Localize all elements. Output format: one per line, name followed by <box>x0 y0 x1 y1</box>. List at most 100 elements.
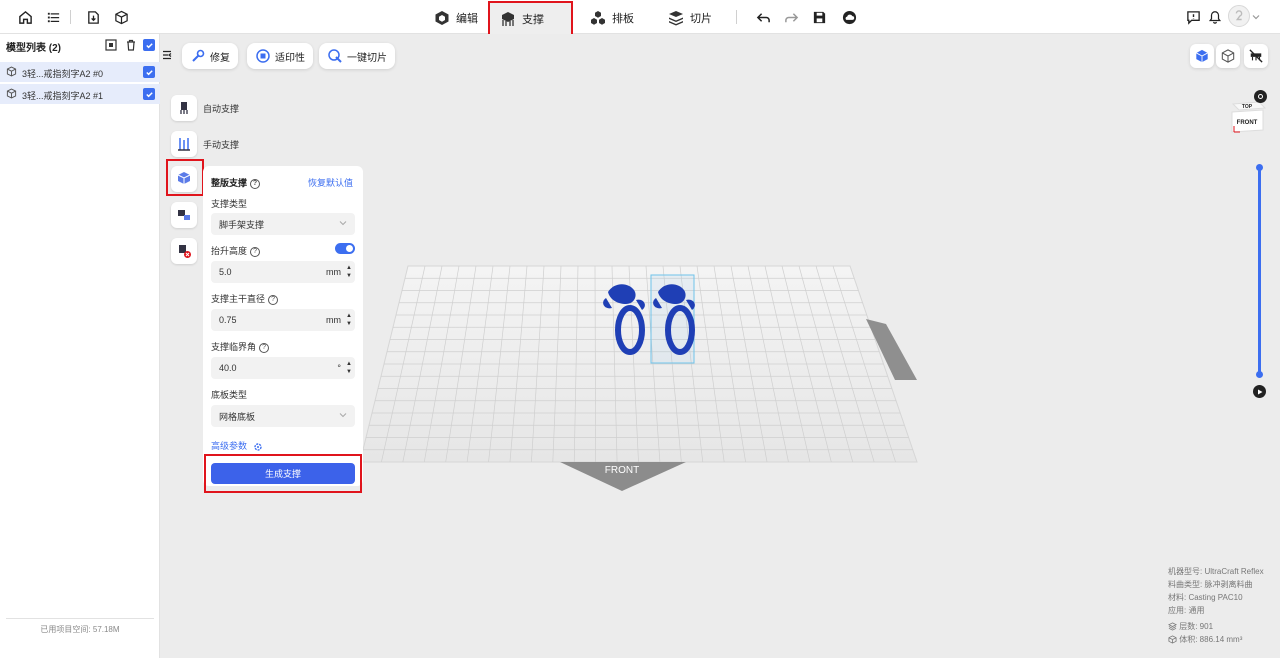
stepper-icon[interactable]: ▲ ▼ <box>345 360 353 376</box>
layer-slider-top-handle[interactable] <box>1256 164 1263 171</box>
bell-icon[interactable] <box>1204 6 1226 28</box>
auto-support-label[interactable]: 自动支撑 <box>203 102 239 115</box>
trunk-diameter-label: 支撑主干直径? <box>211 292 279 305</box>
material-type-info: 料曲类型: 脉冲剥离料曲 <box>1168 580 1253 589</box>
collapse-panel-icon[interactable] <box>162 49 174 61</box>
base-type-select[interactable]: 网格底板 <box>211 405 355 427</box>
advanced-params-link[interactable]: 高级参数 <box>211 439 263 452</box>
base-type-label: 底板类型 <box>211 390 248 400</box>
solid-view-button[interactable] <box>1190 44 1214 68</box>
tab-layout-label: 排板 <box>612 13 634 25</box>
import-icon[interactable] <box>82 6 104 28</box>
tab-slice-label: 切片 <box>690 13 712 25</box>
view-cube-top-label: TOP <box>1242 104 1253 110</box>
manual-support-label[interactable]: 手动支撑 <box>203 138 239 151</box>
tab-support-label: 支撑 <box>522 14 544 26</box>
repair-button[interactable]: 修复 <box>182 43 238 69</box>
reset-view-icon[interactable] <box>1254 90 1267 103</box>
printability-icon <box>256 49 270 63</box>
repair-icon <box>192 49 205 62</box>
machine-info: 机器型号: UltraCraft Reflex <box>1168 567 1264 576</box>
support-type-select[interactable]: 脚手架支撑 <box>211 213 355 235</box>
delete-support-icon <box>179 245 191 258</box>
chevron-down-icon <box>339 411 347 421</box>
material-info: 材料: Casting PAC10 <box>1168 593 1243 602</box>
stepper-icon[interactable]: ▲ ▼ <box>345 312 353 328</box>
tab-layout[interactable]: 排板 <box>580 2 644 34</box>
model-cube-icon <box>6 88 17 102</box>
tab-slice[interactable]: 切片 <box>658 2 722 34</box>
model-cube-icon <box>6 66 17 80</box>
support-edit-button[interactable] <box>171 202 197 228</box>
application-info: 应用: 通用 <box>1168 606 1205 615</box>
lift-height-label: 抬升高度? <box>211 244 261 257</box>
home-icon[interactable] <box>14 6 36 28</box>
cube-icon[interactable] <box>110 6 132 28</box>
help-icon[interactable]: ? <box>268 294 279 305</box>
model-name: 3轻...戒指刻字A2 #0 <box>22 69 104 79</box>
solid-cube-icon <box>1196 49 1208 63</box>
front-label: FRONT <box>605 465 639 476</box>
cloud-icon[interactable] <box>838 6 860 28</box>
avatar[interactable] <box>1228 5 1250 27</box>
redo-icon[interactable] <box>780 6 802 28</box>
select-all-checkbox[interactable] <box>142 38 156 52</box>
ring-models[interactable] <box>590 274 710 374</box>
trunk-diameter-input[interactable]: 0.75 mm ▲ ▼ <box>211 309 355 331</box>
edit-cube-icon <box>435 11 449 25</box>
delete-icon[interactable] <box>124 38 138 52</box>
unit-label: ° <box>337 363 341 373</box>
lift-height-toggle[interactable] <box>335 243 355 254</box>
wireframe-view-button[interactable] <box>1216 44 1240 68</box>
hide-support-button[interactable] <box>1244 44 1268 68</box>
manual-support-icon <box>178 138 190 151</box>
list-item[interactable]: 3轻...戒指刻字A2 #0 <box>0 62 160 82</box>
base-type-value: 网格底板 <box>219 411 256 422</box>
divider <box>70 10 71 24</box>
one-click-slice-button[interactable]: 一键切片 <box>319 43 395 69</box>
undo-icon[interactable] <box>752 6 774 28</box>
hide-support-icon <box>1249 49 1263 63</box>
tab-support[interactable]: 支撑 <box>488 1 573 37</box>
play-icon[interactable] <box>1253 385 1266 398</box>
feedback-icon[interactable] <box>1182 6 1204 28</box>
help-icon[interactable]: ? <box>259 342 270 353</box>
delete-support-button[interactable] <box>171 238 197 264</box>
reset-default-link[interactable]: 恢复默认值 <box>308 176 353 189</box>
lift-height-input[interactable]: 5.0 mm ▲ ▼ <box>211 261 355 283</box>
layer-slider[interactable] <box>1258 168 1261 375</box>
trunk-diameter-value: 0.75 <box>219 315 237 325</box>
layers-icon <box>1167 622 1178 631</box>
highlight-box <box>204 454 362 493</box>
highlight-box <box>166 159 204 196</box>
slice-icon <box>669 11 683 26</box>
critical-angle-label: 支撑临界角? <box>211 340 270 353</box>
model-list-panel: 模型列表 (2) 3轻...戒指刻字A2 #0 3轻...戒指刻字A2 #1 已… <box>0 34 160 658</box>
view-cube[interactable]: TOP FRONT <box>1229 98 1267 138</box>
stepper-icon[interactable]: ▲ ▼ <box>345 264 353 280</box>
layer-slider-bottom-handle[interactable] <box>1256 371 1263 378</box>
top-bar: 编辑 支撑 排板 切片 <box>0 0 1280 37</box>
auto-support-button[interactable] <box>171 95 197 121</box>
layout-icon <box>591 11 605 25</box>
one-click-slice-icon <box>328 49 342 63</box>
printability-button[interactable]: 适印性 <box>247 43 313 69</box>
layers-info: 层数: 901 <box>1167 621 1213 632</box>
save-icon[interactable] <box>808 6 830 28</box>
volume-icon <box>1168 635 1177 644</box>
divider <box>6 618 154 619</box>
list-item[interactable]: 3轻...戒指刻字A2 #1 <box>0 84 160 104</box>
critical-angle-input[interactable]: 40.0 ° ▲ ▼ <box>211 357 355 379</box>
tab-edit[interactable]: 编辑 <box>424 2 488 34</box>
model-checkbox[interactable] <box>143 88 155 100</box>
repair-label: 修复 <box>210 52 230 64</box>
3d-viewport[interactable]: FRONT 修复 适印性 一键切片 自动支撑 手动支撑 整版支撑 ? 恢复默认值… <box>160 34 1280 658</box>
model-checkbox[interactable] <box>143 66 155 78</box>
chevron-down-icon[interactable] <box>1250 6 1262 28</box>
list-icon[interactable] <box>42 6 64 28</box>
help-icon[interactable]: ? <box>250 178 261 189</box>
fit-view-icon[interactable] <box>104 38 118 52</box>
printability-label: 适印性 <box>275 52 305 64</box>
help-icon[interactable]: ? <box>250 246 261 257</box>
manual-support-button[interactable] <box>171 131 197 157</box>
